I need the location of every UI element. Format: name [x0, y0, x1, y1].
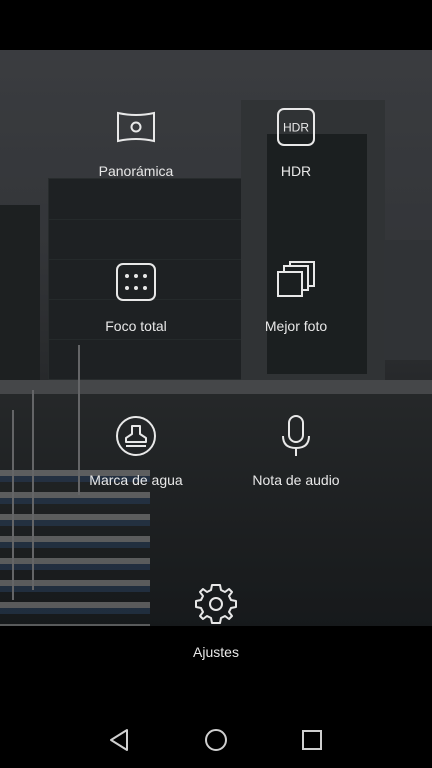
settings-button[interactable]: Ajustes — [136, 582, 296, 660]
best-photo-icon — [277, 261, 315, 297]
mode-label: Foco total — [105, 318, 167, 334]
mode-watermark[interactable]: Marca de agua — [56, 414, 216, 488]
gear-icon — [195, 584, 237, 624]
mode-label: Nota de audio — [252, 472, 340, 488]
mode-label: Panorámica — [98, 163, 174, 179]
hdr-icon: HDR — [277, 108, 315, 146]
microphone-icon — [282, 415, 310, 456]
mode-all-focus[interactable]: Foco total — [56, 260, 216, 334]
home-icon[interactable] — [201, 725, 231, 755]
recents-icon[interactable] — [297, 725, 327, 755]
mode-panorama[interactable]: Panorámica — [56, 105, 216, 179]
mode-hdr[interactable]: HDR HDR — [216, 105, 376, 179]
panorama-icon — [117, 111, 155, 143]
hdr-badge-text: HDR — [283, 121, 309, 135]
watermark-icon — [116, 416, 156, 456]
mode-label: HDR — [280, 163, 312, 179]
mode-label: Mejor foto — [264, 318, 328, 334]
back-icon[interactable] — [105, 725, 135, 755]
mode-label: Marca de agua — [89, 472, 183, 488]
mode-best-photo[interactable]: Mejor foto — [216, 260, 376, 334]
settings-label: Ajustes — [193, 644, 239, 660]
all-focus-icon — [116, 263, 156, 301]
status-bar — [0, 0, 432, 50]
mode-audio-note[interactable]: Nota de audio — [216, 414, 376, 488]
